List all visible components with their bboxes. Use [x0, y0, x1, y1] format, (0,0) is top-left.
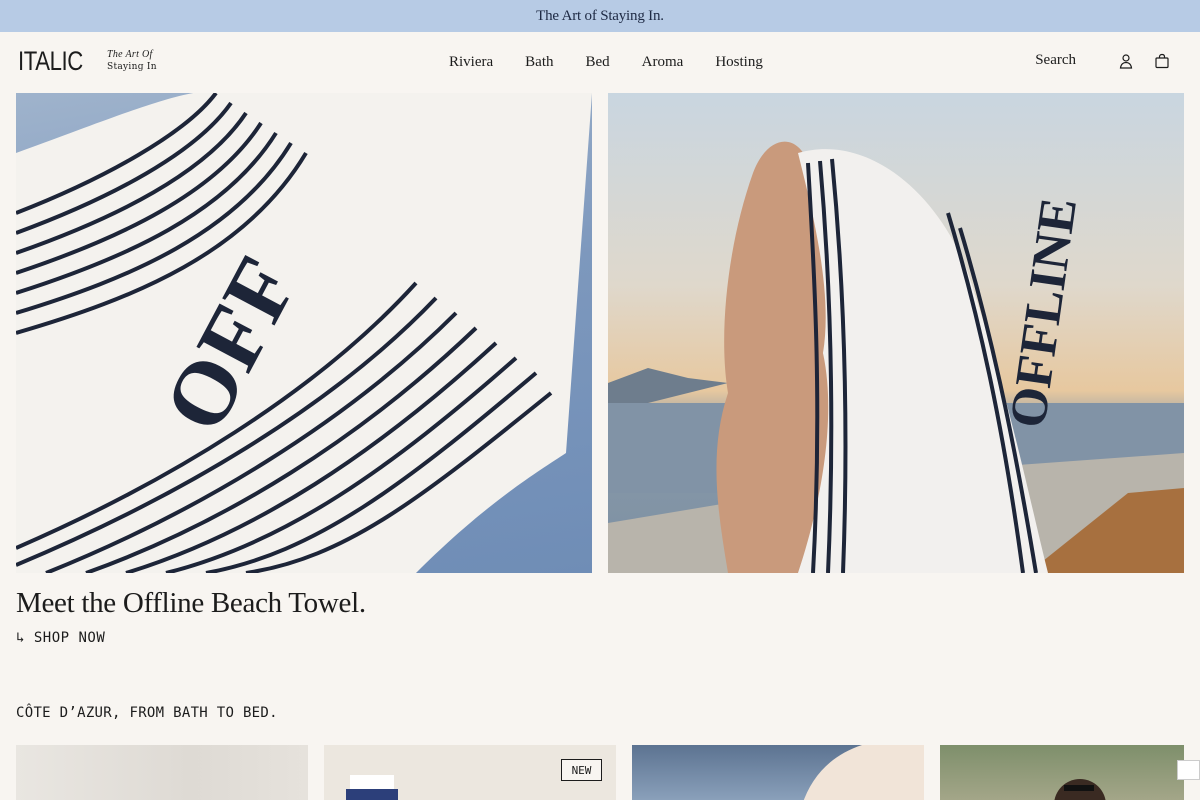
brand-name: ITALIC	[18, 46, 83, 76]
site-header: ITALIC The Art Of Staying In Riviera Bat…	[0, 32, 1200, 93]
main-nav: Riviera Bath Bed Aroma Hosting	[449, 54, 795, 71]
nav-item-aroma[interactable]: Aroma	[642, 54, 684, 71]
product-card-2[interactable]: NEW	[324, 745, 616, 800]
product-card-3[interactable]	[632, 745, 924, 800]
shop-now-link[interactable]: ↳ SHOP NOW	[16, 630, 105, 646]
announcement-text: The Art of Staying In.	[536, 7, 664, 24]
new-badge: NEW	[561, 759, 602, 781]
hero-title: Meet the Offline Beach Towel.	[16, 587, 366, 619]
towel-print-text-large: OFFLINE	[999, 194, 1088, 431]
nav-item-hosting[interactable]: Hosting	[715, 54, 763, 71]
brand-tagline-line-1: The Art Of	[107, 49, 153, 60]
bag-icon[interactable]	[1154, 53, 1170, 69]
brand-tagline-line-2: Staying In	[107, 62, 157, 72]
header-tools: Search	[1035, 52, 1170, 69]
carousel-next-button[interactable]	[1177, 760, 1200, 780]
user-icon[interactable]	[1118, 53, 1134, 69]
nav-item-bed[interactable]: Bed	[586, 54, 610, 71]
announcement-bar: The Art of Staying In.	[0, 0, 1200, 32]
nav-item-riviera[interactable]: Riviera	[449, 54, 493, 71]
hero-image-towel-closeup[interactable]: OFF	[16, 93, 592, 573]
brand-logo[interactable]: ITALIC The Art Of Staying In	[18, 46, 157, 76]
nav-item-bath[interactable]: Bath	[525, 54, 553, 71]
product-card-4[interactable]	[940, 745, 1184, 800]
product-card-1[interactable]	[16, 745, 308, 800]
collection-title: CÔTE D’AZUR, FROM BATH TO BED.	[16, 705, 278, 721]
brand-tagline: The Art Of Staying In	[107, 49, 167, 73]
hero-image-model-on-boat[interactable]: OFFLINE	[608, 93, 1184, 573]
search-link[interactable]: Search	[1035, 52, 1076, 69]
